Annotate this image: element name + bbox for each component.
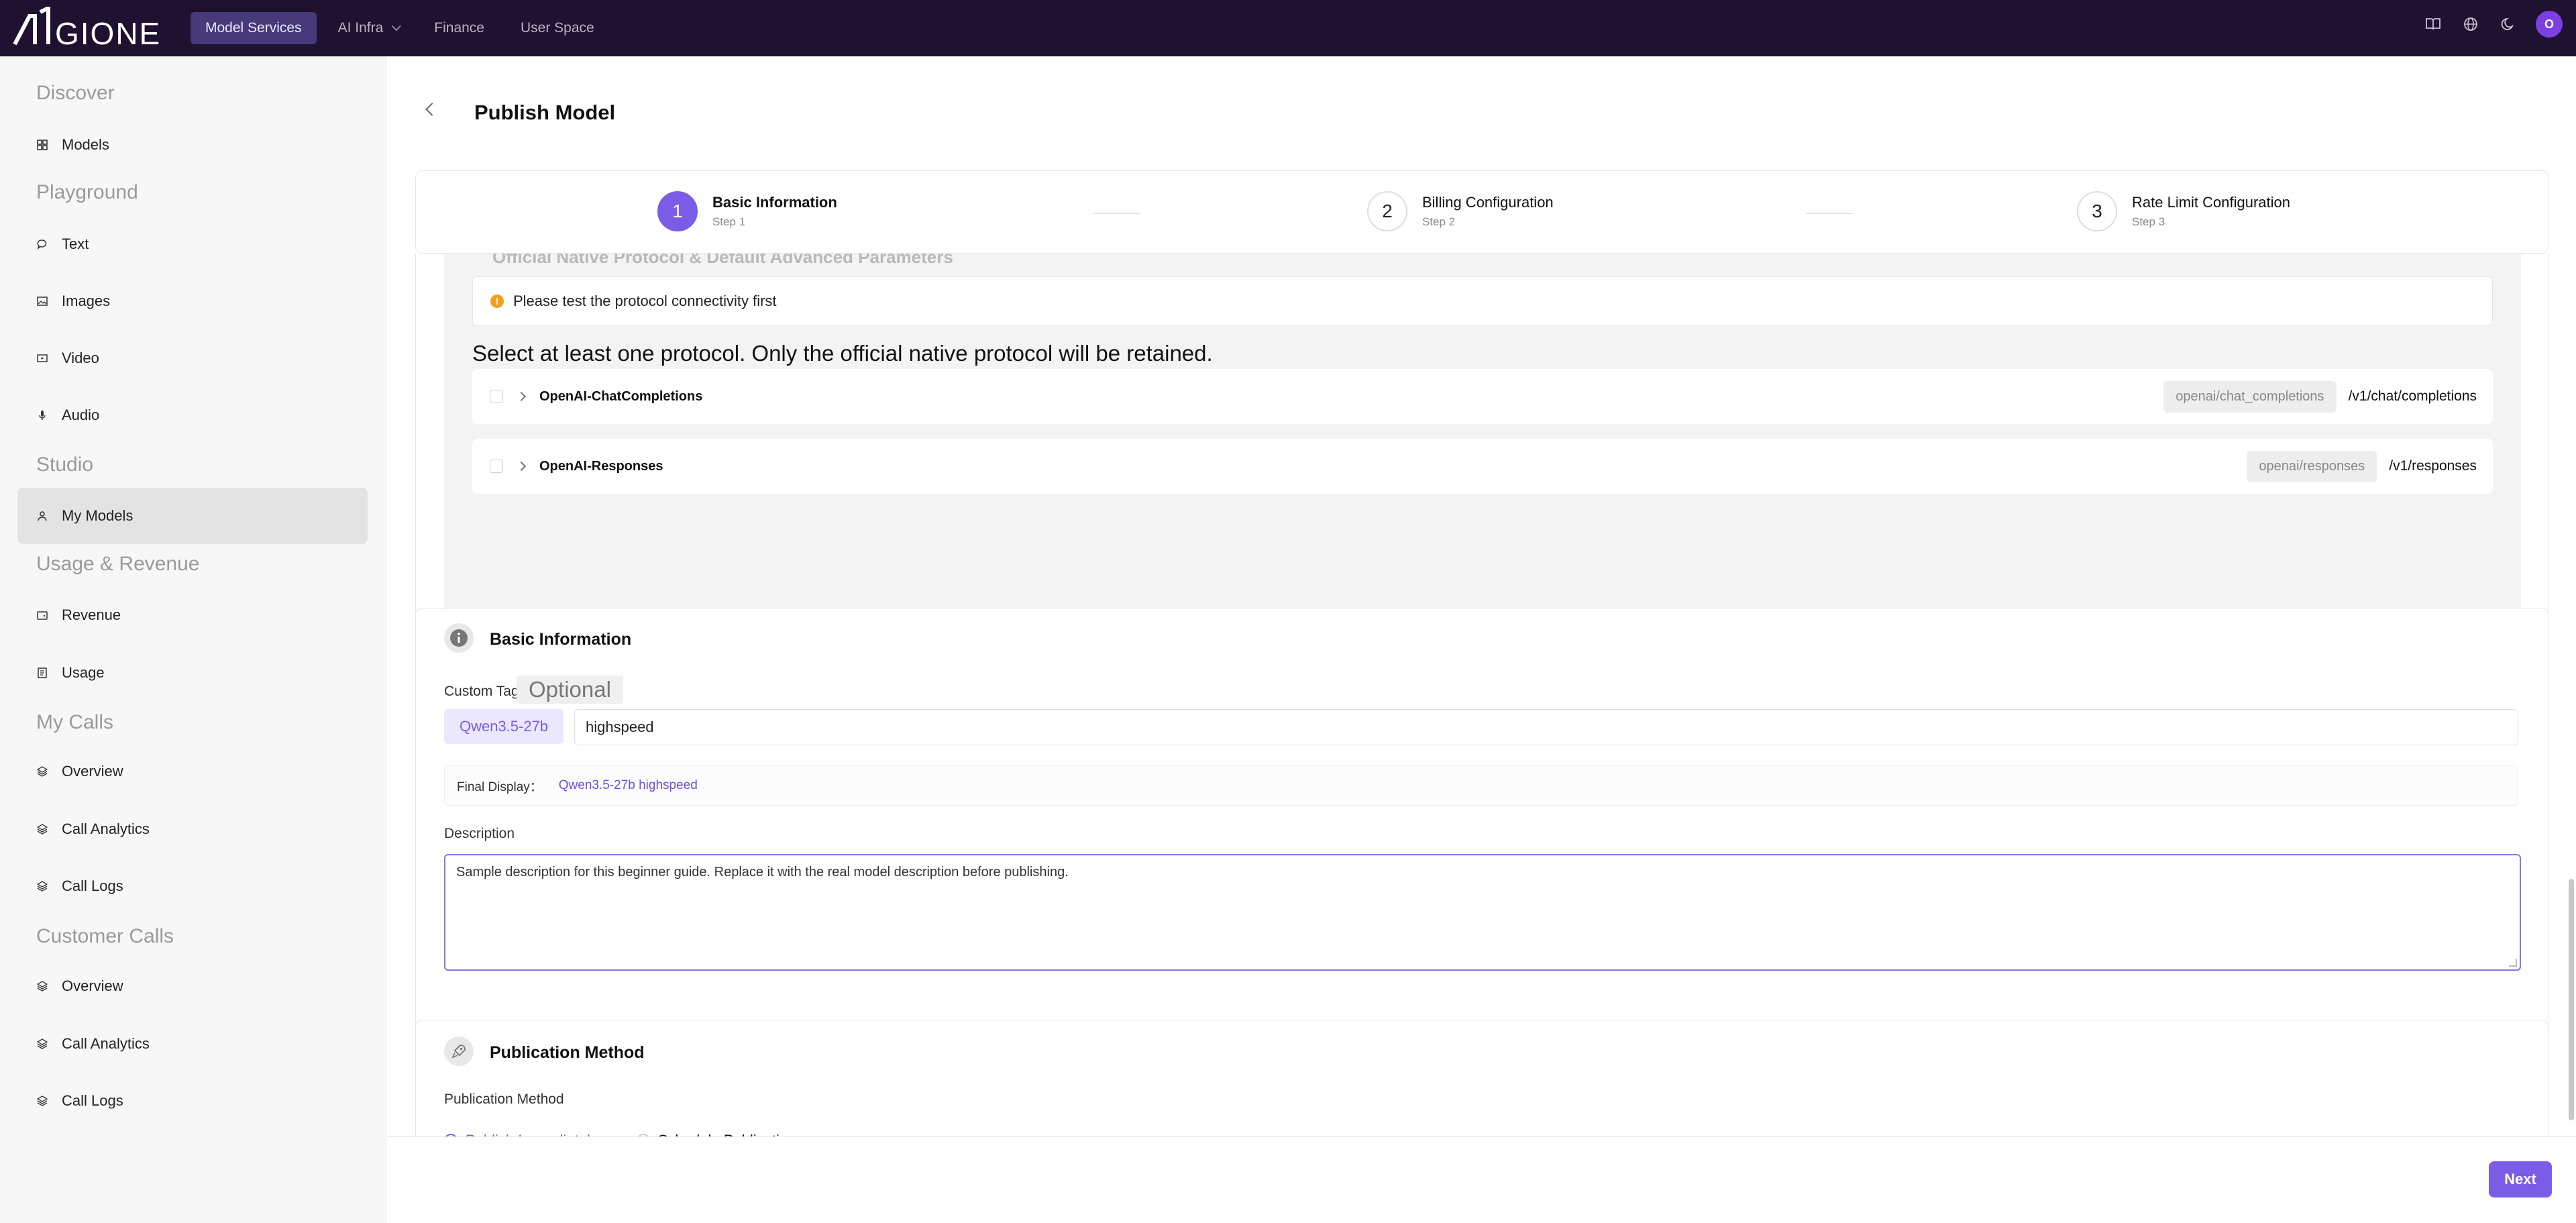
description-textarea[interactable]: Sample description for this beginner gui…: [444, 854, 2521, 971]
sidebar-item-images[interactable]: Images: [17, 273, 368, 329]
sidebar-item-audio[interactable]: Audio: [17, 387, 368, 443]
sidebar-item-video[interactable]: Video: [17, 330, 368, 386]
sidebar-item-my-call-logs[interactable]: Call Logs: [17, 858, 368, 914]
models-icon: [36, 510, 48, 522]
custom-tag-input[interactable]: highspeed: [574, 709, 2518, 745]
nav-finance[interactable]: Finance: [419, 12, 499, 44]
section-title: Publication Method: [490, 1043, 645, 1062]
footer-bar: Next: [387, 1136, 2576, 1223]
warning-icon: !: [490, 295, 504, 308]
layers-icon: [36, 765, 48, 778]
sidebar-group-playground: Playground: [36, 181, 138, 203]
layers-icon: [36, 823, 48, 835]
protocol-section: Official Native Protocol & Default Advan…: [415, 247, 2548, 643]
step-number: 1: [657, 191, 698, 231]
chevron-right-icon[interactable]: [516, 461, 527, 472]
moon-icon[interactable]: [2498, 14, 2518, 34]
avatar[interactable]: O: [2536, 11, 2563, 38]
scrollbar-thumb[interactable]: [2569, 879, 2574, 1120]
layers-icon: [36, 880, 48, 892]
layers-icon: [36, 980, 48, 992]
globe-icon[interactable]: [2461, 14, 2481, 34]
nav-user-space[interactable]: User Space: [506, 12, 609, 44]
main-content: Publish Model Official Native Protocol &…: [387, 56, 2576, 1223]
protocol-path: /v1/responses: [2389, 458, 2477, 474]
nav-ai-infra[interactable]: AI Infra: [323, 12, 413, 44]
video-icon: [36, 352, 48, 364]
rocket-icon: [444, 1036, 474, 1066]
top-bar: GIONE Model Services AI Infra Finance Us…: [0, 0, 2576, 56]
protocol-tag: openai/responses: [2247, 450, 2377, 482]
receipt-icon: [36, 667, 48, 679]
chevron-right-icon[interactable]: [516, 391, 527, 402]
description-label: Description: [444, 826, 515, 841]
sidebar-item-revenue[interactable]: Revenue: [17, 587, 368, 643]
sidebar-group-usage-revenue: Usage & Revenue: [36, 553, 200, 575]
sidebar-group-my-calls: My Calls: [36, 711, 114, 733]
sidebar-group-discover: Discover: [36, 82, 115, 104]
protocol-tag: openai/chat_completions: [2163, 380, 2337, 413]
sidebar-item-my-models[interactable]: My Models: [17, 488, 368, 544]
sidebar-item-my-overview[interactable]: Overview: [17, 743, 368, 800]
protocol-row[interactable]: OpenAI-ChatCompletions openai/chat_compl…: [472, 369, 2493, 424]
stepper: 1 Basic Information Step 1 2 Billing Con…: [415, 170, 2548, 254]
sidebar-item-models[interactable]: Models: [17, 117, 368, 173]
sidebar-item-my-call-analytics[interactable]: Call Analytics: [17, 801, 368, 857]
chevron-down-icon: [392, 21, 402, 32]
back-arrow-icon[interactable]: [425, 103, 439, 116]
svg-text:GIONE: GIONE: [55, 16, 161, 51]
wallet-icon: [36, 609, 48, 621]
page-title: Publish Model: [474, 101, 616, 124]
book-icon[interactable]: [2423, 14, 2443, 34]
optional-badge: Optional: [517, 676, 623, 704]
sidebar-item-cust-call-analytics[interactable]: Call Analytics: [17, 1016, 368, 1072]
sidebar-item-text[interactable]: Text: [17, 216, 368, 272]
microphone-icon: [36, 409, 48, 421]
protocol-panel: Official Native Protocol & Default Advan…: [444, 247, 2521, 613]
scrollbar[interactable]: [2567, 56, 2576, 1136]
step-number: 2: [1367, 191, 1407, 231]
info-icon: [444, 623, 474, 653]
layers-icon: [36, 1038, 48, 1050]
publication-method-label: Publication Method: [444, 1092, 564, 1107]
sidebar-item-usage[interactable]: Usage: [17, 645, 368, 701]
step-1[interactable]: 1 Basic Information Step 1: [657, 191, 837, 231]
sidebar-item-cust-overview[interactable]: Overview: [17, 958, 368, 1014]
image-icon: [36, 295, 48, 307]
protocol-checkbox[interactable]: [490, 390, 503, 403]
protocol-select-note: Select at least one protocol. Only the o…: [472, 341, 1213, 366]
sidebar-group-customer-calls: Customer Calls: [36, 925, 174, 947]
step-connector: [1093, 213, 1140, 214]
chat-bubble-icon: [36, 238, 48, 250]
grid-icon: [36, 139, 48, 151]
protocol-checkbox[interactable]: [490, 460, 503, 473]
brand-logo[interactable]: GIONE: [11, 7, 165, 51]
next-button[interactable]: Next: [2489, 1161, 2552, 1198]
protocol-path: /v1/chat/completions: [2348, 388, 2477, 404]
warning-banner: ! Please test the protocol connectivity …: [472, 276, 2493, 326]
nav-model-services[interactable]: Model Services: [191, 12, 317, 44]
model-prefix-tag: Qwen3.5-27b: [444, 709, 564, 744]
final-display: Final Display： Qwen3.5-27b highspeed: [444, 765, 2518, 806]
sidebar: Discover Models Playground Text Images V…: [0, 56, 386, 1223]
layers-icon: [36, 1095, 48, 1107]
step-number: 3: [2077, 191, 2117, 231]
sidebar-item-cust-call-logs[interactable]: Call Logs: [17, 1073, 368, 1129]
protocol-row[interactable]: OpenAI-Responses openai/responses /v1/re…: [472, 439, 2493, 494]
basic-info-card: Basic Information Custom Tag Optional Qw…: [415, 608, 2548, 1053]
sidebar-group-studio: Studio: [36, 454, 94, 476]
step-3[interactable]: 3 Rate Limit Configuration Step 3: [2077, 191, 2290, 231]
resize-handle-icon[interactable]: [2509, 959, 2517, 967]
step-connector: [1806, 213, 1853, 214]
section-title: Basic Information: [490, 630, 632, 649]
main-nav: Model Services AI Infra Finance User Spa…: [191, 12, 609, 44]
final-display-value: Qwen3.5-27b highspeed: [558, 778, 698, 792]
custom-tag-label: Custom Tag: [444, 684, 519, 699]
step-2[interactable]: 2 Billing Configuration Step 2: [1367, 191, 1554, 231]
